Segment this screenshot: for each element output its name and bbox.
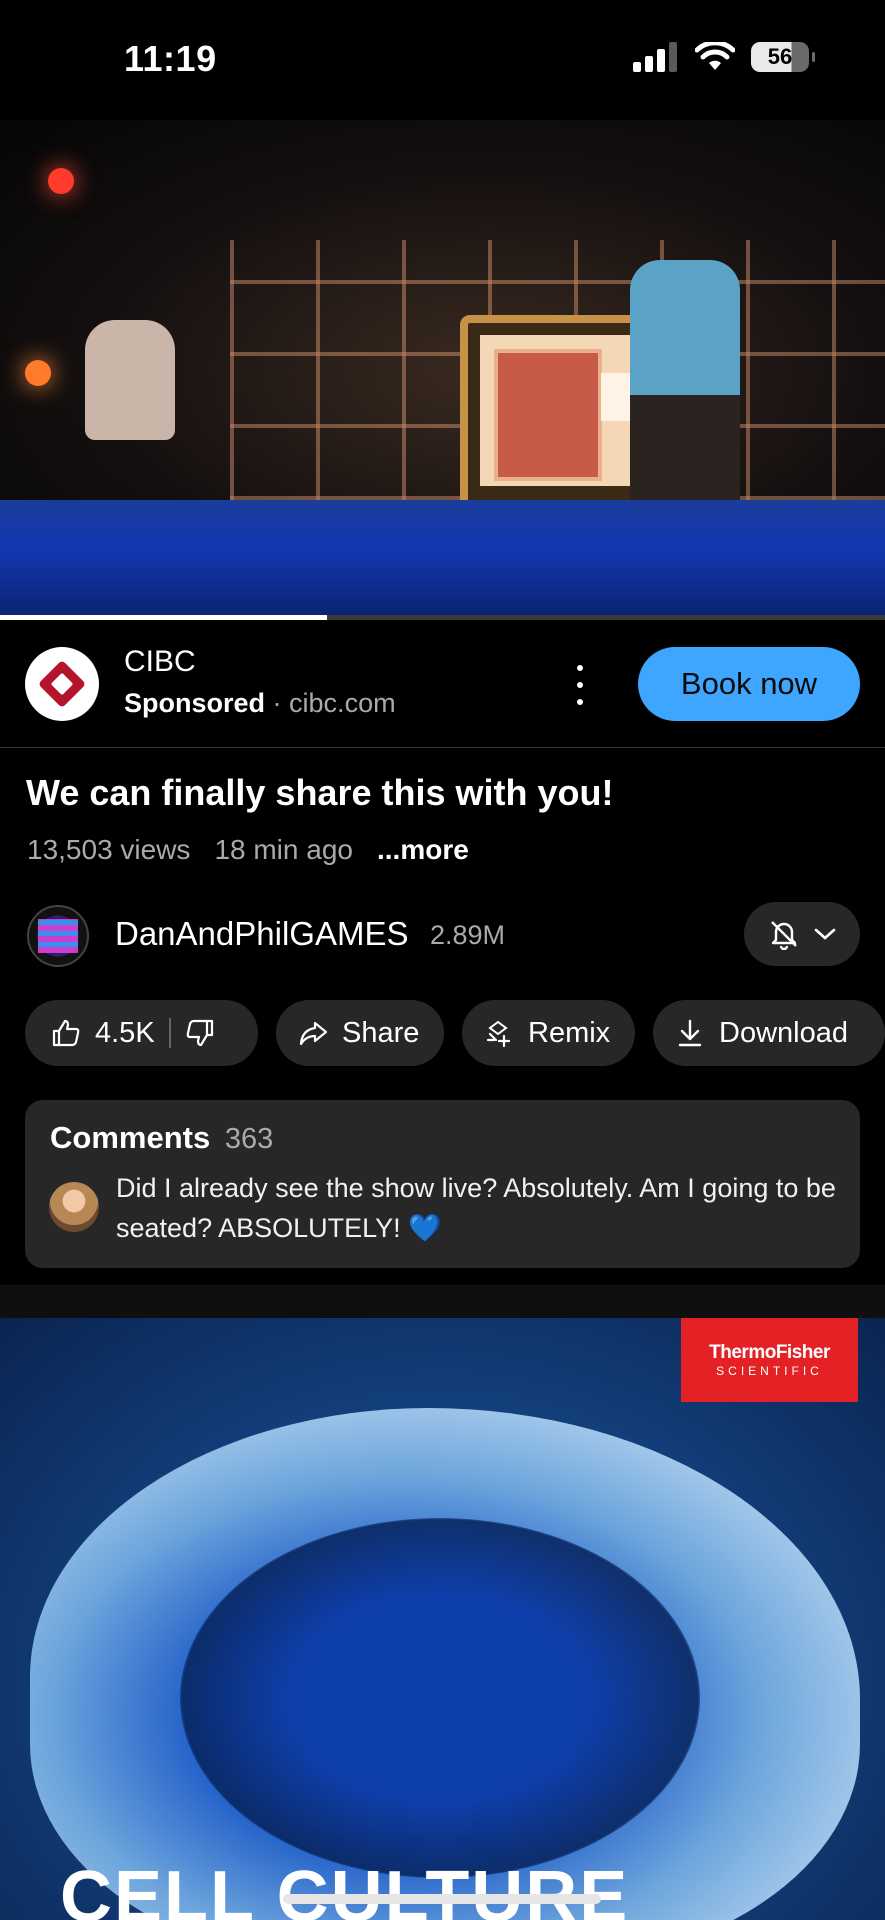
cibc-logo-icon [37, 659, 87, 709]
download-icon [678, 1019, 702, 1047]
battery-level: 56 [767, 44, 793, 69]
share-button[interactable]: Share [276, 1000, 444, 1066]
remix-icon [486, 1020, 511, 1048]
download-label: Download [719, 1016, 848, 1049]
performer-left [85, 320, 175, 440]
section-divider [0, 1285, 885, 1318]
stage-floor [0, 500, 885, 620]
brand-name: ThermoFisher [709, 1342, 830, 1363]
download-button[interactable]: Download [653, 1000, 885, 1066]
action-bar: 4.5K Share Remix Download [25, 1000, 885, 1066]
stage-light [48, 168, 74, 194]
upload-age: 18 min ago [214, 834, 353, 865]
remix-button[interactable]: Remix [462, 1000, 635, 1066]
bell-off-icon [771, 921, 797, 950]
advertiser-name[interactable]: CIBC [124, 645, 196, 679]
ad-subline: Sponsored · cibc.com [124, 688, 396, 719]
comments-preview-card[interactable]: Comments 363 Did I already see the show … [25, 1100, 860, 1268]
book-now-button[interactable]: Book now [638, 647, 860, 721]
home-indicator[interactable] [283, 1894, 601, 1904]
subscriber-count: 2.89M [430, 920, 506, 950]
divider [168, 1018, 171, 1048]
battery-icon: 56 [751, 42, 815, 72]
separator-dot: · [272, 688, 282, 718]
stage-light [25, 360, 51, 386]
status-bar: 11:19 56 [0, 0, 885, 120]
thermofisher-logo[interactable]: ThermoFisher SCIENTIFIC [681, 1318, 858, 1402]
like-count: 4.5K [95, 1016, 155, 1049]
thumbs-up-icon[interactable] [51, 1018, 81, 1048]
more-options-icon[interactable] [570, 665, 590, 705]
status-time: 11:19 [124, 38, 217, 79]
sponsored-label: Sponsored [124, 688, 266, 718]
advertiser-logo[interactable] [25, 647, 99, 721]
comments-heading: Comments 363 [50, 1120, 273, 1156]
comments-title: Comments [50, 1120, 211, 1155]
top-comment-text: Did I already see the show live? Absolut… [116, 1173, 836, 1243]
wifi-icon [695, 42, 735, 70]
cell-nucleus-image [180, 1518, 700, 1878]
view-count: 13,503 views [27, 834, 191, 865]
video-progress-bar[interactable] [0, 615, 885, 620]
video-meta[interactable]: 13,503 views 18 min ago ...more [27, 834, 469, 866]
video-progress-fill [0, 615, 328, 620]
thumbs-down-icon[interactable] [185, 1018, 215, 1048]
video-player[interactable] [0, 120, 885, 620]
channel-avatar[interactable] [27, 905, 89, 967]
video-title: We can finally share this with you! [26, 772, 614, 813]
remix-label: Remix [528, 1016, 611, 1049]
comments-count: 363 [224, 1123, 274, 1155]
channel-name[interactable]: DanAndPhilGAMES [115, 915, 408, 953]
status-icons: 56 [633, 42, 815, 72]
cellular-signal-icon [633, 42, 677, 72]
next-ad-video[interactable]: ThermoFisher SCIENTIFIC CELL CULTURE [0, 1318, 885, 1920]
commenter-avatar [49, 1182, 99, 1232]
share-icon [299, 1021, 328, 1046]
notification-settings-button[interactable] [744, 902, 860, 966]
like-dislike-pill[interactable]: 4.5K [25, 1000, 258, 1066]
brand-subname: SCIENTIFIC [716, 1364, 823, 1378]
ad-overlay-text: CELL CULTURE [60, 1857, 630, 1920]
ad-domain[interactable]: cibc.com [289, 688, 396, 718]
chevron-down-icon [814, 928, 836, 940]
share-label: Share [342, 1016, 420, 1049]
more-description-link[interactable]: ...more [377, 834, 469, 866]
